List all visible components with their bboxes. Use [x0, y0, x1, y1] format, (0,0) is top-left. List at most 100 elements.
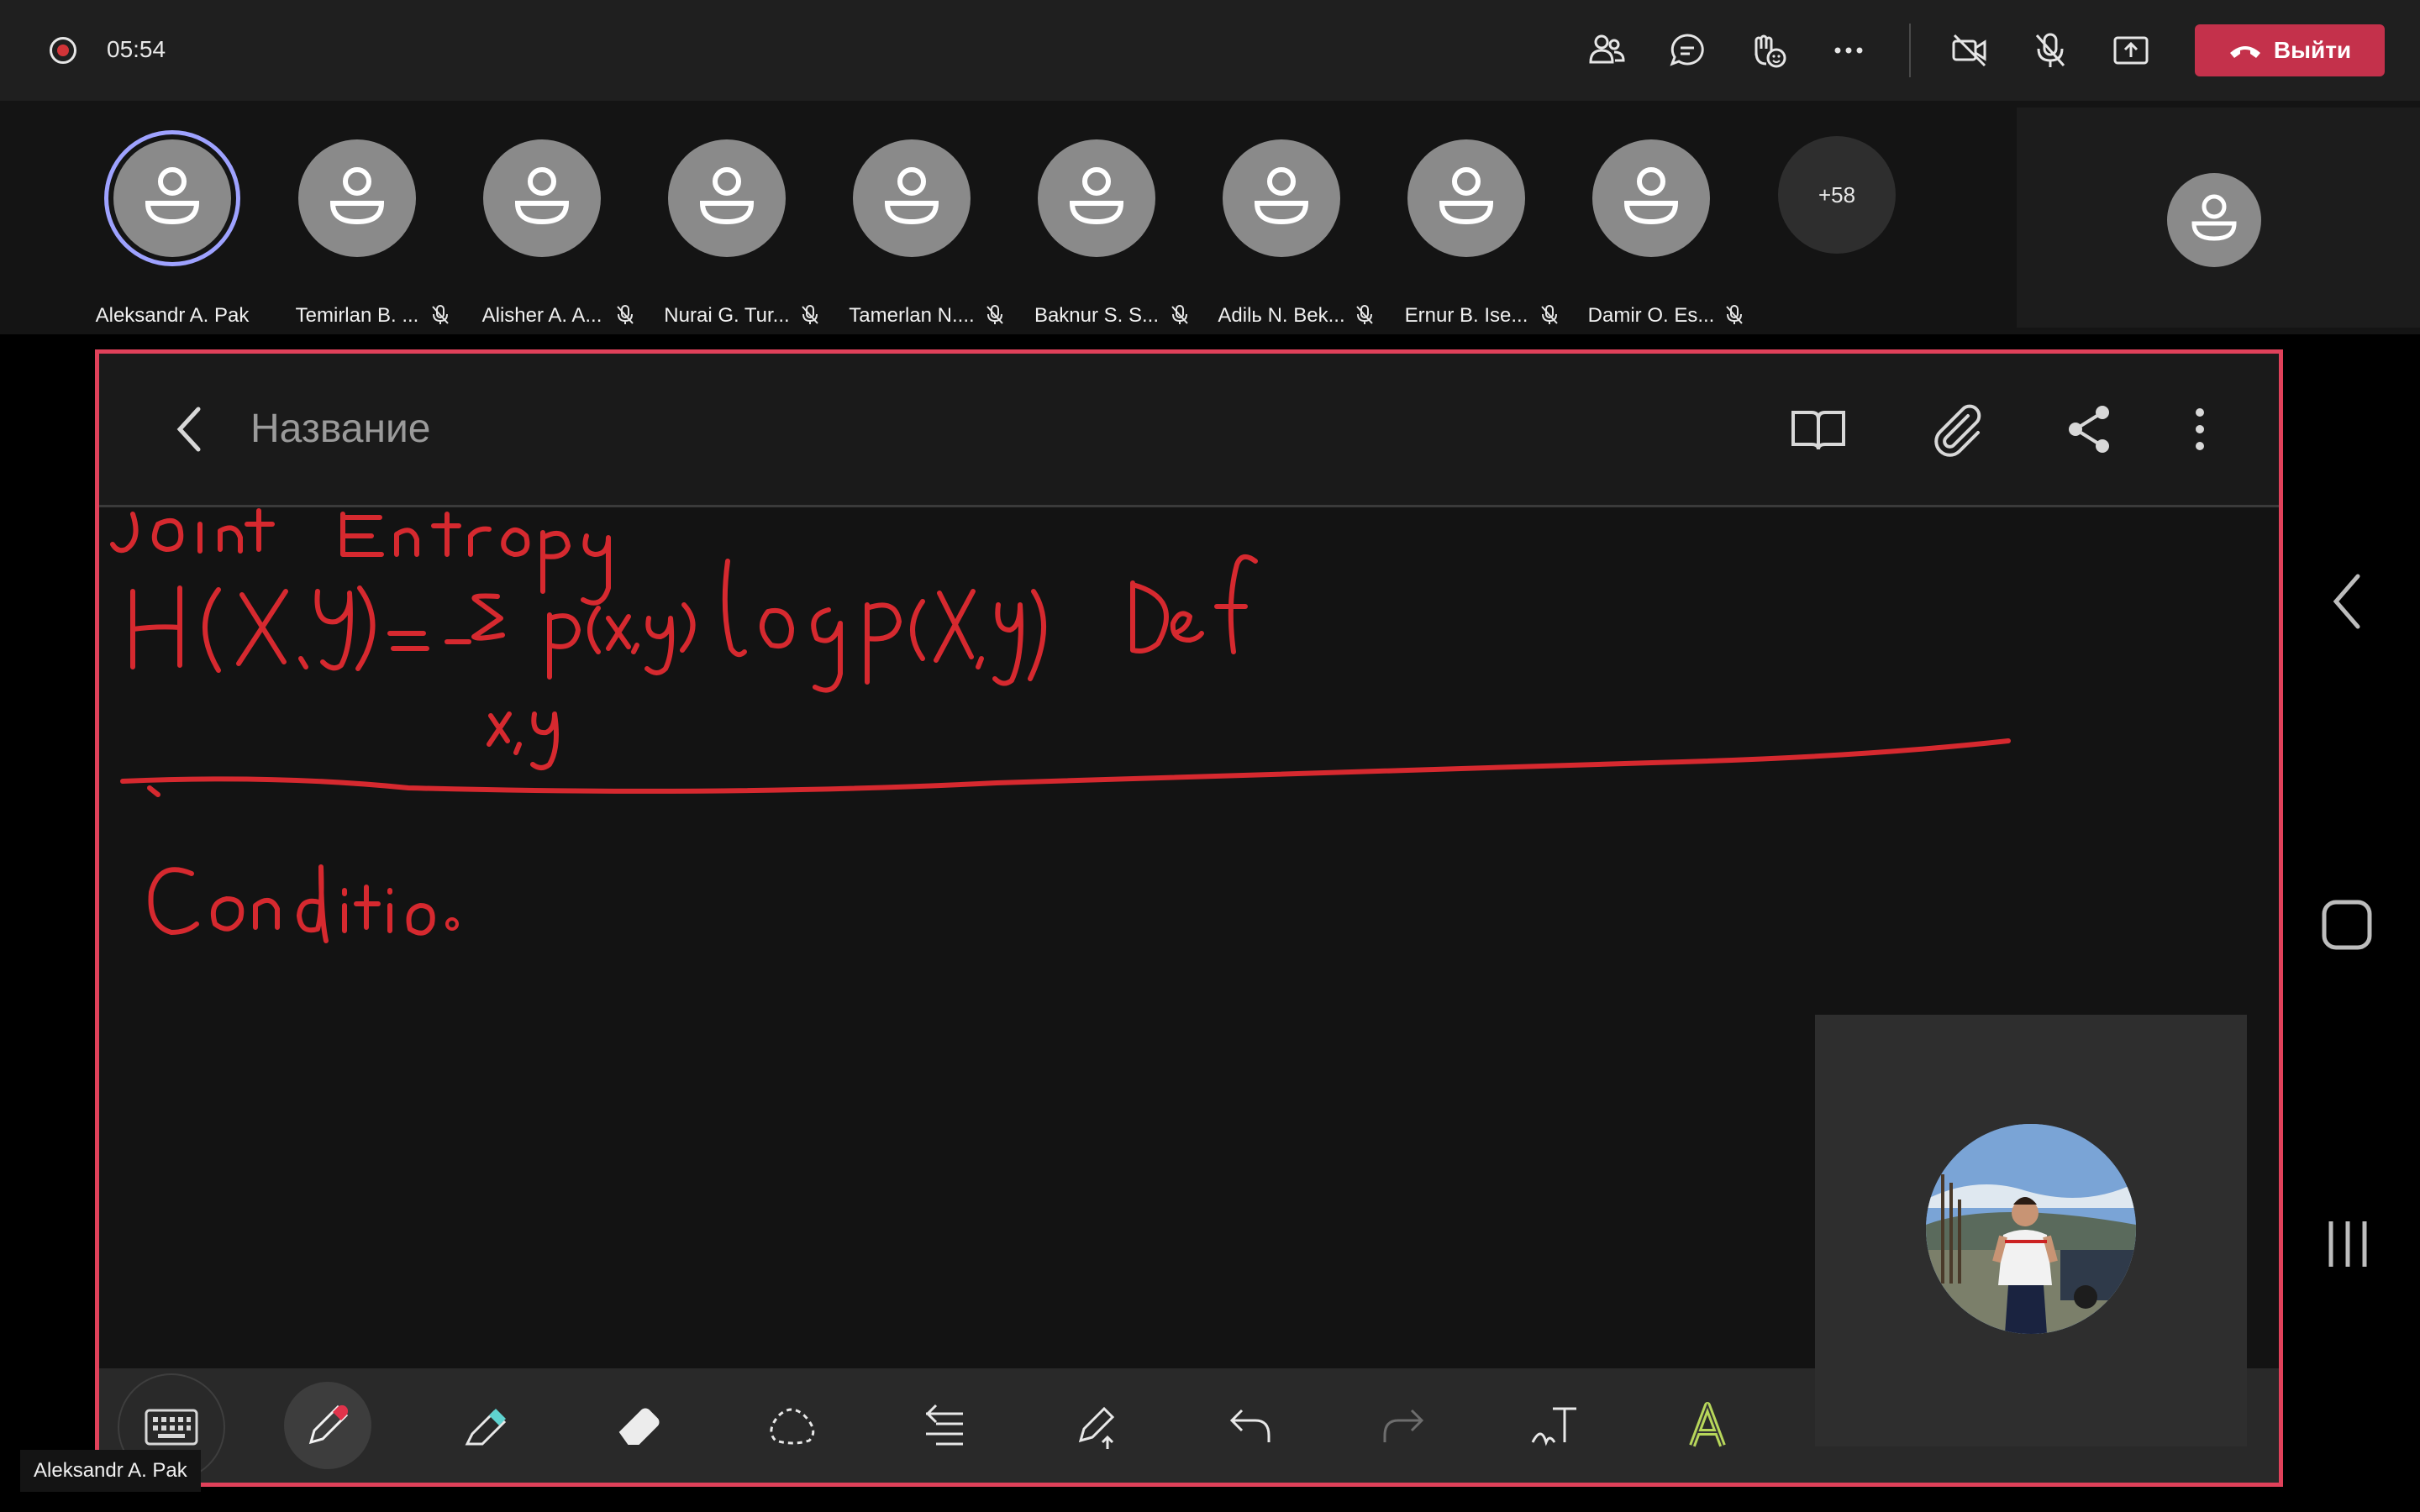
- keyboard-icon: [145, 1409, 198, 1446]
- pen-tool[interactable]: [284, 1382, 371, 1469]
- participant-name: Alisher A. A...: [481, 304, 602, 327]
- leave-button[interactable]: Выйти: [2195, 24, 2385, 76]
- participant-name: Nurai G. Tur...: [664, 304, 790, 327]
- lasso-icon: [770, 1408, 815, 1445]
- person-icon: [329, 167, 385, 225]
- share-screen-icon[interactable]: [2111, 30, 2151, 71]
- redo-button[interactable]: [1370, 1392, 1437, 1459]
- participant-tile[interactable]: Ernur B. Ise...: [1374, 134, 1559, 327]
- shared-screen: Название: [8, 334, 2420, 1507]
- more-participants-button[interactable]: +58: [1778, 136, 1896, 254]
- camera-off-icon[interactable]: [1949, 30, 1990, 71]
- participant-tile[interactable]: Damir O. Es...: [1559, 134, 1744, 327]
- participant-name: Adilь N. Bek...: [1218, 304, 1345, 327]
- align-icon: [925, 1404, 963, 1446]
- participant-tile[interactable]: Adilь N. Bek...: [1189, 134, 1374, 327]
- participant-tile[interactable]: Alisher A. A...: [450, 134, 634, 327]
- mic-muted-icon: [802, 305, 818, 324]
- nav-back-icon[interactable]: [2324, 570, 2371, 633]
- self-view-video[interactable]: [1815, 1015, 2247, 1446]
- participant-name: Ernur B. Ise...: [1404, 304, 1528, 327]
- mic-muted-icon: [432, 305, 449, 324]
- pen-icon: [308, 1404, 349, 1445]
- redo-icon: [1383, 1409, 1424, 1442]
- lasso-tool[interactable]: [758, 1392, 825, 1459]
- pen-settings-icon: [1078, 1406, 1115, 1449]
- eraser-icon: [618, 1408, 660, 1445]
- nav-recents-icon[interactable]: [2323, 1216, 2373, 1272]
- avatar: [298, 139, 416, 257]
- avatar: [668, 139, 786, 257]
- font-color-icon: [1689, 1402, 1726, 1447]
- person-icon: [145, 167, 200, 225]
- participant-tile[interactable]: Baknur S. S...: [1004, 134, 1189, 327]
- avatar: [1223, 139, 1340, 257]
- participant-strip: Aleksandr A. Pak Temirlan B. ... Alisher A…: [0, 101, 2420, 334]
- android-nav-bar: [2269, 334, 2420, 1507]
- attach-icon[interactable]: [1926, 397, 1990, 461]
- mic-muted-icon: [1356, 305, 1373, 324]
- participant-tile[interactable]: Nurai G. Tur...: [634, 134, 819, 327]
- share-icon[interactable]: [2057, 397, 2121, 461]
- back-icon[interactable]: [158, 397, 222, 461]
- participant-name: Damir O. Es...: [1587, 304, 1715, 327]
- undo-button[interactable]: [1217, 1392, 1284, 1459]
- person-icon: [514, 167, 570, 225]
- avatar: [1592, 139, 1710, 257]
- toolbar-divider: [1909, 24, 1911, 77]
- note-title[interactable]: Название: [250, 406, 431, 452]
- avatar: [853, 139, 971, 257]
- note-header: Название: [99, 354, 2279, 507]
- mic-muted-icon: [1726, 305, 1743, 324]
- participant-name: Tamerlan N....: [849, 304, 975, 327]
- participant-name: Temirlan B. ...: [295, 304, 419, 327]
- mic-muted-icon: [1541, 305, 1558, 324]
- presenter-name-tag: Aleksandr A. Pak: [20, 1450, 201, 1492]
- mic-muted-icon: [1171, 305, 1188, 324]
- avatar: [1038, 139, 1155, 257]
- more-icon[interactable]: [1828, 30, 1869, 71]
- participant-tile[interactable]: Aleksandr A. Pak: [80, 134, 265, 327]
- participant-name: Baknur S. S...: [1034, 304, 1160, 327]
- meeting-timer: 05:54: [107, 36, 166, 62]
- person-icon: [1069, 167, 1124, 225]
- eraser-tool[interactable]: [605, 1392, 672, 1459]
- mic-muted-icon: [617, 305, 634, 324]
- participant-name: Aleksandr A. Pak: [95, 304, 250, 327]
- font-color-tool[interactable]: [1674, 1392, 1741, 1459]
- react-icon[interactable]: [1748, 30, 1788, 71]
- hang-up-icon: [2229, 46, 2260, 58]
- align-tool[interactable]: [911, 1392, 978, 1459]
- avatar: [2167, 173, 2261, 267]
- pen-settings-tool[interactable]: [1065, 1392, 1133, 1459]
- kebab-icon[interactable]: [2168, 397, 2232, 461]
- person-icon: [884, 167, 939, 225]
- person-icon: [2191, 194, 2237, 241]
- meeting-top-bar: 05:54 Выйти: [0, 0, 2420, 101]
- chat-icon[interactable]: [1667, 30, 1707, 71]
- mic-off-icon[interactable]: [2030, 30, 2070, 71]
- undo-icon: [1229, 1409, 1270, 1442]
- person-icon: [1623, 167, 1679, 225]
- book-icon[interactable]: [1786, 397, 1850, 461]
- text-tool[interactable]: [1521, 1392, 1588, 1459]
- avatar: [1407, 139, 1525, 257]
- user-photo: [1926, 1124, 2136, 1334]
- people-icon[interactable]: [1586, 30, 1627, 71]
- highlighter-icon: [465, 1409, 507, 1446]
- person-icon: [1254, 167, 1309, 225]
- person-icon: [1439, 167, 1494, 225]
- recording-icon: [50, 37, 76, 64]
- avatar: [483, 139, 601, 257]
- avatar: [1926, 1124, 2136, 1334]
- highlighter-tool[interactable]: [452, 1392, 519, 1459]
- avatar: [113, 139, 231, 257]
- text-icon: [1531, 1407, 1576, 1446]
- participant-tile[interactable]: Tamerlan N....: [819, 134, 1004, 327]
- leave-label: Выйти: [2273, 37, 2352, 63]
- participant-tile[interactable]: [2017, 108, 2420, 328]
- nav-home-icon[interactable]: [2319, 897, 2375, 953]
- mic-muted-icon: [986, 305, 1003, 324]
- person-icon: [699, 167, 755, 225]
- participant-tile[interactable]: Temirlan B. ...: [265, 134, 450, 327]
